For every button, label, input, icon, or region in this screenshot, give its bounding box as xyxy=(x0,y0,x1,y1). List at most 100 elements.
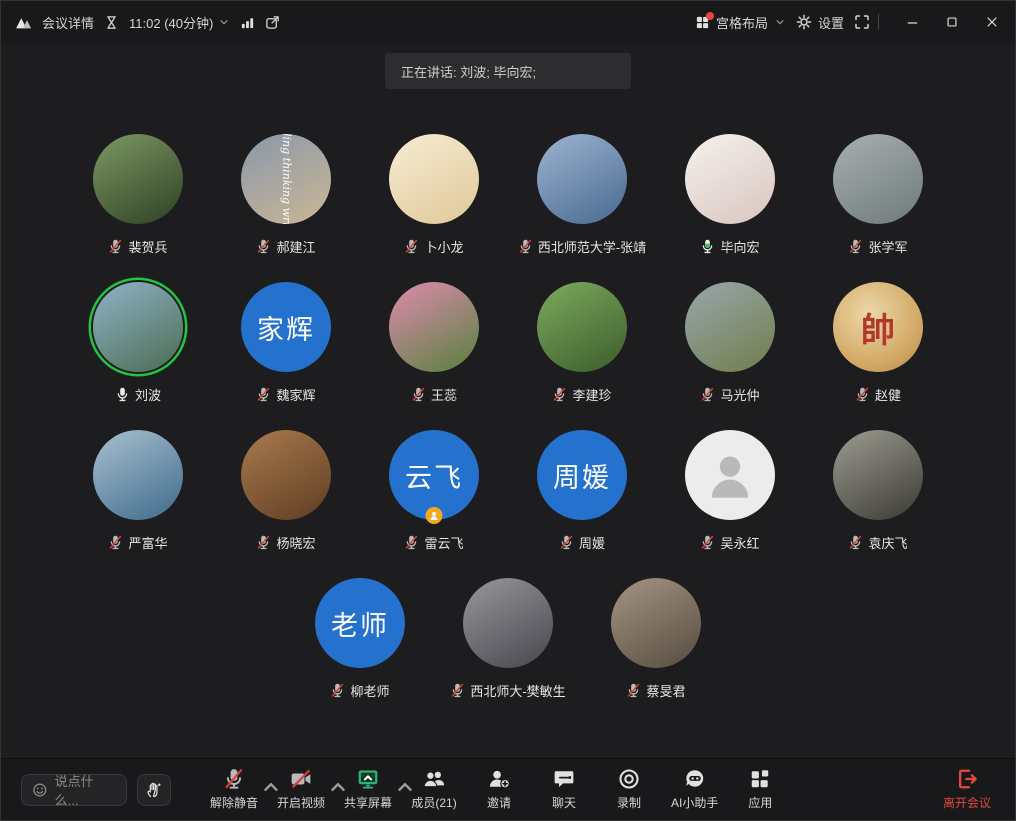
participant-tile[interactable]: 帥 赵健 xyxy=(804,282,952,403)
mic-muted-icon xyxy=(256,239,271,254)
mic-muted-icon xyxy=(855,387,870,402)
mic-muted-icon xyxy=(848,535,863,550)
unmute-label: 解除静音 xyxy=(210,794,258,811)
participant-tile[interactable]: 张学军 xyxy=(804,134,952,255)
participant-tile[interactable]: 王蕊 xyxy=(360,282,508,403)
participant-tile[interactable]: 卜小龙 xyxy=(360,134,508,255)
participant-tile[interactable]: 李建珍 xyxy=(508,282,656,403)
members-button[interactable]: 成员(21) xyxy=(406,768,462,811)
mic-muted-icon xyxy=(223,768,245,790)
mic-muted-icon xyxy=(404,239,419,254)
participant-name: 赵健 xyxy=(875,385,901,404)
participant-name: 西北师大-樊敏生 xyxy=(470,681,565,700)
gear-icon xyxy=(796,14,812,30)
participant-name: 王蕊 xyxy=(431,385,457,404)
timer-chevron-down-icon[interactable] xyxy=(218,16,230,28)
meeting-details-button[interactable]: 会议详情 xyxy=(42,13,94,32)
participant-name: 马光仲 xyxy=(720,385,759,404)
leave-meeting-button[interactable]: 离开会议 xyxy=(939,768,995,811)
participant-name: 雷云飞 xyxy=(424,533,463,552)
quick-chat-input[interactable]: 说点什么... xyxy=(21,774,127,806)
invite-label: 邀请 xyxy=(487,794,511,811)
participant-avatar: 周媛 xyxy=(537,430,627,520)
participant-tile[interactable]: 西北师大-樊敏生 xyxy=(434,578,582,699)
participant-avatar-photo xyxy=(93,430,183,520)
participant-avatar: 老师 xyxy=(315,578,405,668)
participant-avatar: 帥 xyxy=(833,282,923,372)
participant-tile[interactable]: reading thinking writing 郝建江 xyxy=(212,134,360,255)
close-button[interactable] xyxy=(977,8,1007,36)
participant-row: 裴贺兵 reading thinking writing 郝建江 卜小龙 西北师… xyxy=(64,134,952,255)
mic-muted-icon xyxy=(404,535,419,550)
mic-muted-icon xyxy=(108,239,123,254)
participant-avatar-photo xyxy=(833,134,923,224)
participant-name: 吴永红 xyxy=(720,533,759,552)
share-caret-up-icon[interactable] xyxy=(394,776,404,786)
maximize-button[interactable] xyxy=(937,8,967,36)
participant-avatar-photo xyxy=(93,134,183,224)
participant-tile[interactable]: 吴永红 xyxy=(656,430,804,551)
participant-tile[interactable]: 袁庆飞 xyxy=(804,430,952,551)
meeting-window: 会议详情 11:02 (40分钟) 宫格布局 设置 xyxy=(0,0,1016,821)
participant-tile[interactable]: 老师 柳老师 xyxy=(286,578,434,699)
participant-tile[interactable]: 毕向宏 xyxy=(656,134,804,255)
chat-button[interactable]: 聊天 xyxy=(536,768,592,811)
participant-avatar-photo xyxy=(463,578,553,668)
titlebar-divider xyxy=(878,14,879,30)
fullscreen-icon[interactable] xyxy=(854,14,870,30)
badge-person-icon xyxy=(429,510,440,521)
video-button[interactable]: 开启视频 xyxy=(272,768,330,811)
participant-tile[interactable]: 刘波 xyxy=(64,282,212,403)
participant-avatar: 家辉 xyxy=(241,282,331,372)
minimize-button[interactable] xyxy=(897,8,927,36)
apps-button[interactable]: 应用 xyxy=(732,768,788,811)
mic-muted-icon xyxy=(700,387,715,402)
video-caret-up-icon[interactable] xyxy=(327,776,337,786)
participant-avatar-photo xyxy=(611,578,701,668)
participant-tile[interactable]: 严富华 xyxy=(64,430,212,551)
participant-name: 杨晓宏 xyxy=(276,533,315,552)
participant-tile[interactable]: 家辉 魏家辉 xyxy=(212,282,360,403)
layout-button[interactable]: 宫格布局 xyxy=(695,13,786,32)
avatar-role-badge xyxy=(426,507,443,524)
invite-button[interactable]: 邀请 xyxy=(471,768,527,811)
participant-tile[interactable]: 蔡旻君 xyxy=(582,578,730,699)
network-signal-icon[interactable] xyxy=(240,15,255,30)
mic-muted-icon xyxy=(108,535,123,550)
participant-tile[interactable]: 西北师范大学-张靖 xyxy=(508,134,656,255)
apps-icon xyxy=(749,768,771,790)
mic-muted-icon xyxy=(626,683,641,698)
mic-active-icon xyxy=(115,387,130,402)
members-label: 成员(21) xyxy=(411,794,456,811)
avatar-text: 帥 xyxy=(861,303,895,352)
share-screen-icon xyxy=(357,768,379,790)
participant-avatar-photo xyxy=(537,282,627,372)
chat-icon xyxy=(553,768,575,790)
participant-tile[interactable]: 云飞 雷云飞 xyxy=(360,430,508,551)
ai-button[interactable]: AI小助手 xyxy=(666,768,723,811)
share-button[interactable]: 共享屏幕 xyxy=(339,768,397,811)
raise-hand-icon xyxy=(145,781,163,799)
popout-window-icon[interactable] xyxy=(265,15,280,30)
layout-chevron-down-icon xyxy=(774,16,786,28)
participant-tile[interactable]: 裴贺兵 xyxy=(64,134,212,255)
record-button[interactable]: 录制 xyxy=(601,768,657,811)
raise-hand-button[interactable] xyxy=(137,774,171,806)
invite-icon xyxy=(488,768,510,790)
participant-avatar-photo xyxy=(389,134,479,224)
participant-avatar-photo xyxy=(389,282,479,372)
participant-name: 魏家辉 xyxy=(276,385,315,404)
unmute-caret-up-icon[interactable] xyxy=(260,776,270,786)
participant-tile[interactable]: 杨晓宏 xyxy=(212,430,360,551)
settings-button[interactable]: 设置 xyxy=(796,13,844,32)
unmute-button[interactable]: 解除静音 xyxy=(205,768,263,811)
participant-tile[interactable]: 周媛 周媛 xyxy=(508,430,656,551)
participant-name: 严富华 xyxy=(128,533,167,552)
emoji-icon[interactable] xyxy=(32,782,48,798)
participant-tile[interactable]: 马光仲 xyxy=(656,282,804,403)
meeting-grid-area: 正在讲话: 刘波; 毕向宏; 裴贺兵 reading thinking writ… xyxy=(1,43,1015,758)
participant-avatar-photo xyxy=(241,430,331,520)
mic-muted-icon xyxy=(518,239,533,254)
participant-name: 刘波 xyxy=(135,385,161,404)
toolbar-buttons: 解除静音 开启视频 共享屏幕 成员(21) 邀请 聊天 录制 AI小助手 应用 xyxy=(205,768,788,811)
